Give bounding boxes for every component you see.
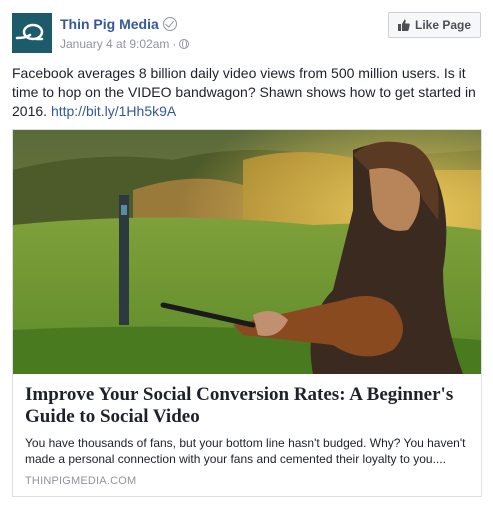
- post-message: Facebook averages 8 billion daily video …: [12, 64, 482, 121]
- facebook-post: Thin Pig Media January 4 at 9:02am · Lik…: [0, 0, 493, 507]
- card-image[interactable]: [13, 130, 481, 374]
- card-body[interactable]: Improve Your Social Conversion Rates: A …: [13, 374, 481, 496]
- post-timestamp[interactable]: January 4 at 9:02am: [60, 37, 169, 51]
- page-name-link[interactable]: Thin Pig Media: [60, 16, 159, 32]
- page-name-row: Thin Pig Media: [60, 16, 177, 32]
- card-description: You have thousands of fans, but your bot…: [25, 436, 466, 466]
- guitar-player-photo: [13, 130, 481, 374]
- page-avatar[interactable]: [12, 13, 52, 53]
- post-meta: January 4 at 9:02am ·: [60, 37, 190, 51]
- meta-separator: ·: [172, 37, 177, 51]
- thumbs-up-icon: [397, 19, 410, 31]
- globe-icon[interactable]: [179, 39, 190, 49]
- card-domain: THINPIGMEDIA.COM: [25, 475, 137, 487]
- post-link[interactable]: http://bit.ly/1Hh5k9A: [51, 103, 176, 119]
- card-title[interactable]: Improve Your Social Conversion Rates: A …: [25, 384, 469, 428]
- like-page-label: Like Page: [414, 18, 472, 32]
- like-page-button[interactable]: Like Page: [388, 12, 481, 38]
- verified-badge-icon: [162, 17, 177, 31]
- link-preview-card[interactable]: Improve Your Social Conversion Rates: A …: [12, 129, 482, 497]
- post-header: Thin Pig Media January 4 at 9:02am · Lik…: [12, 10, 481, 54]
- thin-pig-logo-icon: [12, 13, 52, 53]
